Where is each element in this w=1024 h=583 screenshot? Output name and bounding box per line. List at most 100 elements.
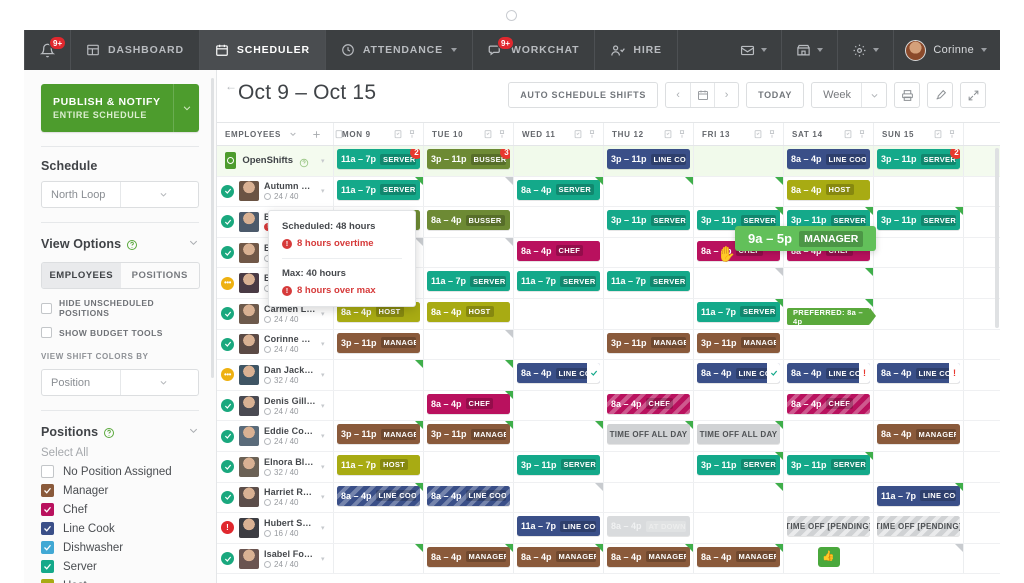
employee-name-cell[interactable]: Corinne Garris…24 / 40 ▾ <box>217 329 334 360</box>
schedule-cell[interactable] <box>694 482 784 513</box>
schedule-cell[interactable] <box>874 543 964 574</box>
nav-item-inbox[interactable] <box>726 30 783 70</box>
clipboard-icon[interactable] <box>933 129 943 139</box>
position-checkbox[interactable] <box>41 541 54 554</box>
chevron-down-icon[interactable]: ▾ <box>321 432 333 440</box>
schedule-cell[interactable] <box>514 421 604 451</box>
schedule-cell[interactable] <box>694 176 784 207</box>
sidebar-scrollbar[interactable] <box>211 78 214 378</box>
schedule-cell[interactable] <box>604 482 694 513</box>
nav-item-settings[interactable] <box>838 30 895 70</box>
employee-name-cell[interactable]: Isabel Foster 24 / 40 ▾ <box>217 543 334 574</box>
schedule-cell[interactable]: 3p – 11p SERVER <box>604 207 694 237</box>
schedule-cell[interactable] <box>694 268 784 298</box>
clipboard-icon[interactable] <box>483 129 493 139</box>
view-options-header[interactable]: View Options <box>41 235 199 253</box>
schedule-cell[interactable]: 8a – 4p MANAGER <box>514 543 604 574</box>
schedule-cell[interactable]: 👍 <box>784 543 874 574</box>
chevron-down-icon[interactable] <box>188 235 199 253</box>
schedule-cell[interactable]: 3p – 11pMANAGER <box>424 421 514 451</box>
schedule-cell[interactable] <box>424 329 514 360</box>
positions-header[interactable]: Positions <box>41 423 199 441</box>
shift-block[interactable]: 8a – 4pCHEF <box>787 393 870 414</box>
employee-name-cell[interactable]: Autumn Ro…24 / 40 ▾ <box>217 176 334 207</box>
shift-block[interactable]: 8a – 4pLINE COOK! <box>787 363 870 384</box>
schedule-cell[interactable] <box>874 298 964 329</box>
pin-icon[interactable] <box>407 129 417 139</box>
schedule-cell[interactable]: 8a – 4pCHEF <box>784 390 874 421</box>
shift-block[interactable]: 8a – 4p MANAGER <box>517 546 600 567</box>
schedule-cell[interactable] <box>874 451 964 482</box>
position-checkbox[interactable] <box>41 522 54 535</box>
time-off-block[interactable]: TIME OFF [PENDING] <box>877 516 960 537</box>
schedule-cell[interactable] <box>784 421 874 451</box>
schedule-cell[interactable]: 8a – 4pLINE COOK <box>334 482 424 513</box>
schedule-cell[interactable] <box>514 390 604 421</box>
schedule-cell[interactable]: 8a – 4pAT DOWNTO <box>604 513 694 543</box>
shift-block[interactable]: 11a – 7p SERVER <box>337 179 420 200</box>
schedule-cell[interactable] <box>784 482 874 513</box>
calendar-picker-icon[interactable] <box>690 83 715 107</box>
shift-block[interactable]: 3p – 11p SERVER <box>697 454 780 475</box>
schedule-cell[interactable]: 8a – 4pLINE COOK! <box>874 360 964 390</box>
shift-block[interactable]: 8a – 4p MANAGER <box>877 424 960 445</box>
shift-block[interactable]: 11a – 7p HOST <box>337 454 420 475</box>
schedule-cell[interactable]: 3p – 11pMANAGER <box>694 329 784 360</box>
chevron-down-icon[interactable]: ▾ <box>321 493 333 501</box>
shift-block[interactable]: 3p – 11pLINE COOK <box>607 149 690 169</box>
schedule-cell[interactable] <box>334 360 424 390</box>
schedule-cell[interactable]: 3p – 11pMANAGER <box>334 421 424 451</box>
shift-block[interactable]: 3p – 11pMANAGER <box>697 332 780 353</box>
schedule-cell[interactable]: 8a – 4pLINE COOK <box>784 146 874 176</box>
shift-block[interactable]: 8a – 4pLINE COOK <box>517 363 600 384</box>
shift-block[interactable]: 8a – 4pLINE COOK! <box>877 363 960 384</box>
shift-block[interactable]: 11a – 7p SERVER <box>697 301 780 322</box>
schedule-cell[interactable] <box>784 329 874 360</box>
schedule-cell[interactable]: 8a – 4pCHEF <box>424 390 514 421</box>
nav-item-dashboard[interactable]: DASHBOARD <box>71 30 200 70</box>
schedule-cell[interactable]: 11a – 7p SERVER <box>694 298 784 329</box>
shift-block[interactable]: 8a – 4pLINE COOK <box>427 485 510 506</box>
schedule-cell[interactable]: 8a – 4pCHEF <box>604 390 694 421</box>
employee-name-cell[interactable]: Elnora Blevins32 / 40 ▾ <box>217 451 334 482</box>
shift-block[interactable]: 8a – 4p HOST <box>427 301 510 322</box>
chevron-down-icon[interactable]: ▾ <box>321 310 333 318</box>
time-off-block[interactable]: TIME OFF [PENDING] <box>787 516 870 537</box>
position-row[interactable]: Server <box>41 560 199 573</box>
shift-block[interactable]: 8a – 4p SERVER <box>517 179 600 200</box>
clipboard-icon[interactable] <box>573 129 583 139</box>
nav-item-user-menu[interactable]: Corinne <box>894 30 1000 70</box>
pin-icon[interactable] <box>677 129 687 139</box>
chevron-down-icon[interactable]: ▾ <box>321 371 333 379</box>
schedule-cell[interactable] <box>694 146 784 176</box>
grid-scrollbar[interactable] <box>995 148 999 328</box>
employee-name-cell[interactable]: ••• Dan Jackson 32 / 40 ▾ <box>217 360 334 390</box>
schedule-cell[interactable] <box>694 513 784 543</box>
shift-block[interactable]: 8a – 4pLINE COOK <box>787 149 870 169</box>
schedule-cell[interactable]: 8a – 4pLINE COOK <box>694 360 784 390</box>
employee-name-cell[interactable]: Eddie Combs24 / 40 ▾ <box>217 421 334 451</box>
schedule-cell[interactable]: 3p – 11pMANAGER <box>334 329 424 360</box>
schedule-cell[interactable]: 3p – 11p SERVER 2 <box>874 146 964 176</box>
position-checkbox[interactable] <box>41 560 54 573</box>
schedule-cell[interactable] <box>874 329 964 360</box>
schedule-cell[interactable]: 3p – 11p SERVER <box>514 451 604 482</box>
shift-block[interactable]: 8a – 4pBUSSER <box>427 210 510 231</box>
tools-button[interactable] <box>927 82 953 108</box>
help-icon[interactable] <box>103 426 115 438</box>
nav-item-attendance[interactable]: ATTENDANCE <box>326 30 473 70</box>
shift-block[interactable]: 8a – 4pLINE COOK <box>337 485 420 506</box>
select-all-link[interactable]: Select All <box>41 447 199 459</box>
toggle-employees[interactable]: EMPLOYEES <box>42 263 121 288</box>
clipboard-icon[interactable] <box>393 129 403 139</box>
position-row[interactable]: No Position Assigned <box>41 465 199 478</box>
shift-block[interactable]: 8a – 4p MANAGER <box>697 546 780 567</box>
chevron-down-icon[interactable]: ▾ <box>321 555 333 563</box>
schedule-cell[interactable] <box>604 451 694 482</box>
position-checkbox[interactable] <box>41 484 54 497</box>
employee-name-cell[interactable]: Harriet Roberts24 / 40 ▾ <box>217 482 334 513</box>
schedule-select[interactable]: North Loop <box>41 181 199 208</box>
chevron-down-icon[interactable]: ▾ <box>321 524 333 532</box>
checkbox-box[interactable] <box>41 302 52 314</box>
checkbox-box[interactable] <box>41 327 52 338</box>
